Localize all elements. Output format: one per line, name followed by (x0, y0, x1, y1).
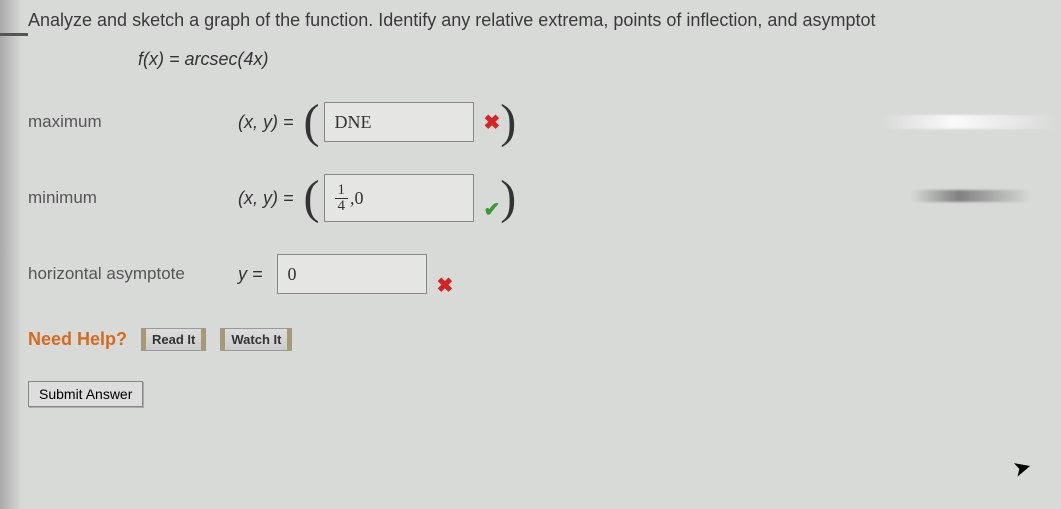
after-frac: ,0 (350, 188, 364, 209)
content-area: Analyze and sketch a graph of the functi… (0, 0, 1061, 417)
prefix-asymptote: y = (238, 264, 263, 285)
wrong-icon: ✖ (484, 110, 501, 135)
label-asymptote: horizontal asymptote (28, 264, 238, 284)
value-asymptote: 0 (288, 264, 297, 285)
label-maximum: maximum (28, 112, 238, 132)
prefix-minimum: (x, y) = (238, 188, 294, 209)
row-asymptote: horizontal asymptote y = 0 ✖ (28, 250, 1033, 298)
left-shadow (0, 0, 22, 509)
glare-dark (911, 190, 1031, 202)
input-maximum[interactable]: DNE (324, 102, 474, 142)
fraction-den: 4 (335, 199, 349, 214)
fraction-num: 1 (335, 183, 349, 199)
row-minimum: minimum (x, y) = ( 1 4 ,0 ✔ ) (28, 174, 1033, 222)
glare (881, 115, 1061, 129)
rparen-maximum: ) (500, 105, 516, 139)
divider-line (0, 33, 28, 36)
question-text: Analyze and sketch a graph of the functi… (28, 10, 1033, 31)
watch-it-button[interactable]: Watch It (220, 328, 292, 351)
lparen-maximum: ( (304, 105, 320, 139)
submit-answer-button[interactable]: Submit Answer (28, 381, 143, 407)
fraction-minimum: 1 4 (335, 183, 349, 214)
function-formula: f(x) = arcsec(4x) (138, 49, 1033, 70)
input-minimum[interactable]: 1 4 ,0 (324, 174, 474, 222)
need-help-label: Need Help? (28, 329, 127, 350)
cursor-icon: ➤ (1010, 453, 1035, 483)
check-icon: ✔ (484, 197, 501, 222)
value-maximum: DNE (335, 112, 372, 133)
prefix-maximum: (x, y) = (238, 112, 294, 133)
wrong-icon: ✖ (437, 273, 454, 298)
input-asymptote[interactable]: 0 (277, 254, 427, 294)
help-row: Need Help? Read It Watch It (28, 328, 1033, 351)
rparen-minimum: ) (500, 181, 516, 215)
read-it-button[interactable]: Read It (141, 328, 206, 351)
lparen-minimum: ( (304, 181, 320, 215)
label-minimum: minimum (28, 188, 238, 208)
